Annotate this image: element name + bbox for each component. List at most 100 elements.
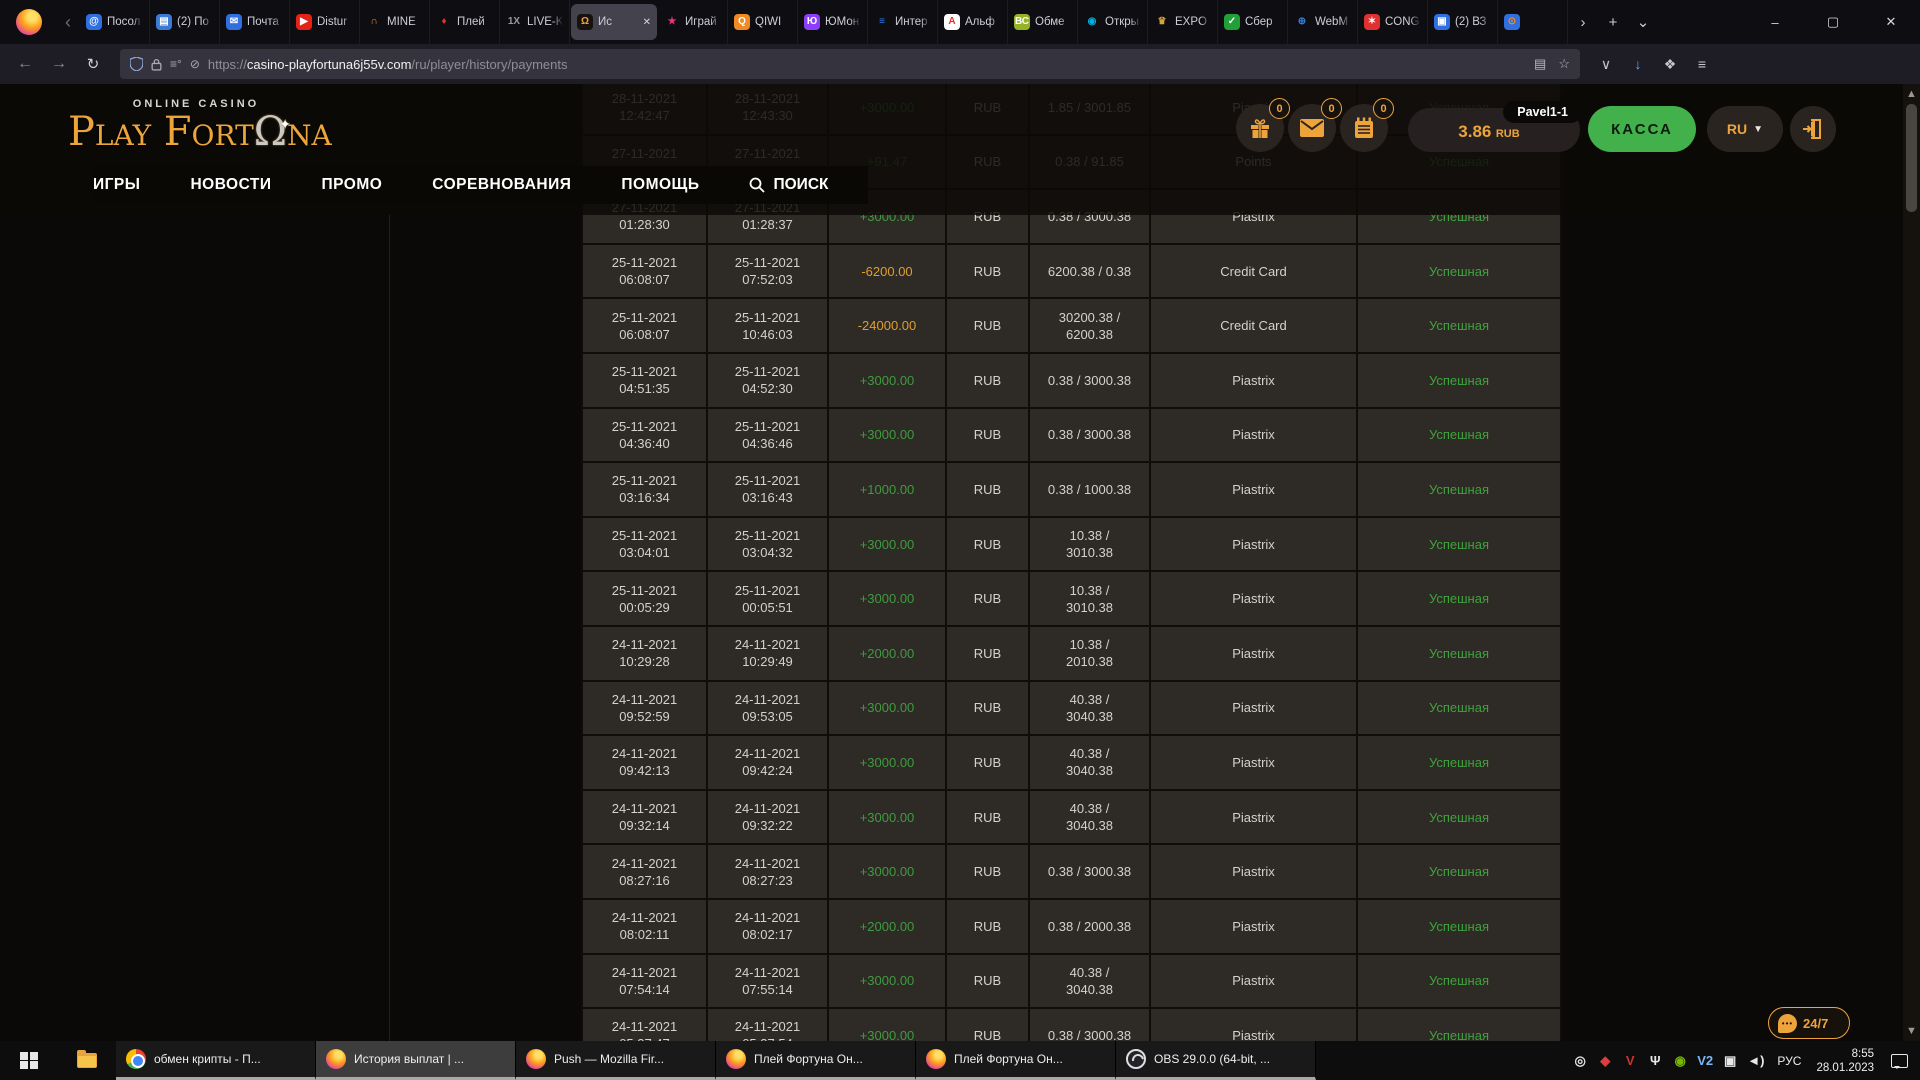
browser-tab[interactable]: Ω Ис ✕ bbox=[571, 4, 657, 40]
tab-close-icon[interactable]: ✕ bbox=[643, 17, 651, 28]
nav-search[interactable]: ПОИСК bbox=[749, 176, 828, 194]
processed-date-cell: 24-11-2021 08:27:23 bbox=[708, 845, 829, 900]
payment-system-cell: Piastrix bbox=[1151, 572, 1358, 627]
taskbar-app-button[interactable]: OBS 29.0.0 (64-bit, ... bbox=[1116, 1041, 1316, 1080]
microphone-icon[interactable]: Ψ bbox=[1647, 1054, 1663, 1067]
menu-hamburger-icon[interactable]: ≡ bbox=[1688, 50, 1716, 78]
new-tab-button[interactable]: + bbox=[1598, 14, 1628, 31]
defender-icon[interactable]: ◆ bbox=[1597, 1054, 1613, 1067]
network-icon[interactable]: ▣ bbox=[1722, 1054, 1738, 1067]
page-scrollbar[interactable]: ▲ ▼ bbox=[1903, 84, 1920, 1041]
tab-favicon-icon: ⊙ bbox=[1504, 14, 1520, 30]
back-icon[interactable]: ← bbox=[10, 49, 40, 79]
browser-tab[interactable]: ▶ Distur ✕ bbox=[290, 0, 360, 44]
keyboard-language[interactable]: РУС bbox=[1777, 1054, 1801, 1068]
browser-tab[interactable]: ✓ Сбер ✕ bbox=[1218, 0, 1288, 44]
browser-tab[interactable]: Ю ЮМон ✕ bbox=[798, 0, 868, 44]
nav-item[interactable]: НОВОСТИ bbox=[190, 176, 271, 194]
taskbar-app-button[interactable]: Push — Mozilla Fir... bbox=[516, 1041, 716, 1080]
browser-tab[interactable]: ⊕ WebM ✕ bbox=[1288, 0, 1358, 44]
browser-tab[interactable]: ▣ (2) ВЗ ✕ bbox=[1428, 0, 1498, 44]
maximize-button[interactable]: ▢ bbox=[1804, 0, 1862, 44]
volume-icon[interactable]: ◄) bbox=[1747, 1054, 1764, 1067]
tracking-shield-icon[interactable] bbox=[130, 57, 143, 71]
browser-tab[interactable]: ✶ CONG ✕ bbox=[1358, 0, 1428, 44]
payment-system-cell: Piastrix bbox=[1151, 353, 1358, 409]
nav-item[interactable]: ИГРЫ bbox=[93, 176, 140, 194]
messages-button[interactable]: 0 bbox=[1288, 98, 1342, 152]
downloads-icon[interactable]: ↓ bbox=[1624, 50, 1652, 78]
tab-title: ЮМон bbox=[825, 16, 860, 28]
support-chat-button[interactable]: ••• 24/7 bbox=[1768, 1007, 1850, 1039]
horseshoe-icon: Ω ✦ bbox=[253, 109, 291, 155]
permissions-icon[interactable]: ≡° bbox=[170, 58, 182, 70]
pocket-icon[interactable]: ∨ bbox=[1592, 50, 1620, 78]
request-date-cell: 25-11-2021 03:16:34 bbox=[583, 463, 708, 518]
start-button[interactable] bbox=[0, 1041, 58, 1080]
browser-tab[interactable]: @ Посол ✕ bbox=[80, 0, 150, 44]
browser-tab[interactable]: ★ Играй ✕ bbox=[658, 0, 728, 44]
reader-view-icon[interactable]: ▤ bbox=[1534, 56, 1546, 72]
payment-system-cell: Piastrix bbox=[1151, 954, 1358, 1010]
browser-tab[interactable]: ✉ Почта ✕ bbox=[220, 0, 290, 44]
browser-tab[interactable]: 1X LIVE-K ✕ bbox=[500, 0, 570, 44]
cashier-button[interactable]: КАССА bbox=[1588, 106, 1696, 152]
taskbar-app-button[interactable]: Плей Фортуна Он... bbox=[716, 1041, 916, 1080]
scroll-down-icon[interactable]: ▼ bbox=[1903, 1025, 1920, 1037]
tab-favicon-icon: А bbox=[944, 14, 960, 30]
tab-overflow-icon[interactable]: › bbox=[1568, 14, 1598, 31]
close-button[interactable]: ✕ bbox=[1862, 0, 1920, 44]
tab-list-dropdown-icon[interactable]: ⌄ bbox=[1628, 13, 1658, 31]
balance-cell: 10.38 / 2010.38 bbox=[1030, 626, 1151, 682]
obs-tray-icon[interactable]: ◎ bbox=[1572, 1054, 1588, 1067]
forward-icon[interactable]: → bbox=[44, 49, 74, 79]
browser-tab[interactable]: ◉ Откры ✕ bbox=[1078, 0, 1148, 44]
browser-tab[interactable]: Q QIWI ✕ bbox=[728, 0, 798, 44]
browser-tab[interactable]: ♦ Плей ✕ bbox=[430, 0, 500, 44]
extensions-icon[interactable]: ❖ bbox=[1656, 50, 1684, 78]
bookmark-star-icon[interactable]: ☆ bbox=[1558, 56, 1570, 72]
gift-count-badge: 0 bbox=[1269, 98, 1290, 119]
minimize-button[interactable]: – bbox=[1746, 0, 1804, 44]
taskbar-app-button[interactable]: обмен крипты - П... bbox=[116, 1041, 316, 1080]
browser-tab[interactable]: А Альф ✕ bbox=[938, 0, 1008, 44]
taskbar-app-button[interactable]: История выплат | ... bbox=[316, 1041, 516, 1080]
vpn-icon[interactable]: V bbox=[1622, 1054, 1638, 1067]
payment-row: 25-11-2021 06:08:07 25-11-2021 10:46:03 -2… bbox=[583, 299, 1562, 354]
nav-item[interactable]: СОРЕВНОВАНИЯ bbox=[432, 176, 571, 194]
scrollbar-thumb[interactable] bbox=[1906, 104, 1917, 212]
nav-item[interactable]: ПОМОЩЬ bbox=[621, 176, 699, 194]
amount-cell: +3000.00 bbox=[829, 517, 947, 573]
nav-item[interactable]: ПРОМО bbox=[321, 176, 382, 194]
v2ray-icon[interactable]: V2 bbox=[1697, 1054, 1713, 1067]
file-explorer-button[interactable] bbox=[58, 1041, 116, 1080]
tab-favicon-icon: ✓ bbox=[1224, 14, 1240, 30]
logout-button[interactable] bbox=[1790, 106, 1836, 152]
events-button[interactable]: 0 bbox=[1340, 98, 1394, 152]
status-cell: Успешная bbox=[1358, 572, 1562, 627]
browser-tab[interactable]: ≡ Интер ✕ bbox=[868, 0, 938, 44]
site-logo[interactable]: ONLINE CASINO Play FortΩ ✦ na bbox=[68, 98, 332, 155]
taskbar-clock[interactable]: 8:55 28.01.2023 bbox=[1816, 1047, 1874, 1075]
browser-tab[interactable]: ∩ MINE ✕ bbox=[360, 0, 430, 44]
currency-cell: RUB bbox=[947, 626, 1030, 682]
lock-icon[interactable] bbox=[151, 58, 162, 71]
payment-row: 24-11-2021 09:52:59 24-11-2021 09:53:05 +3… bbox=[583, 681, 1562, 737]
address-bar[interactable]: ≡° ⊘ https://casino-playfortuna6j55v.com… bbox=[120, 49, 1580, 79]
browser-tab[interactable]: ВС Обме ✕ bbox=[1008, 0, 1078, 44]
user-balance-panel[interactable]: Pavel1-1 3.86 RUB bbox=[1408, 101, 1582, 152]
scroll-up-icon[interactable]: ▲ bbox=[1903, 88, 1920, 100]
browser-tab[interactable]: ▤ (2) По ✕ bbox=[150, 0, 220, 44]
autoplay-blocked-icon[interactable]: ⊘ bbox=[190, 58, 200, 70]
tab-scroll-left-icon[interactable]: ‹ bbox=[56, 12, 80, 33]
notifications-icon[interactable] bbox=[1891, 1053, 1908, 1069]
taskbar-app-button[interactable]: Плей Фортуна Он... bbox=[916, 1041, 1116, 1080]
tab-title: MINE bbox=[387, 16, 416, 28]
reload-icon[interactable]: ↻ bbox=[78, 49, 108, 79]
browser-tab[interactable]: ♛ EXPO ✕ bbox=[1148, 0, 1218, 44]
nvidia-icon[interactable]: ◉ bbox=[1672, 1054, 1688, 1067]
tab-title: Distur bbox=[317, 16, 348, 28]
language-selector[interactable]: RU ▼ bbox=[1707, 106, 1783, 152]
gift-bonus-button[interactable]: 0 bbox=[1236, 98, 1290, 152]
browser-tab[interactable]: ⊙ ✕ bbox=[1498, 0, 1568, 44]
